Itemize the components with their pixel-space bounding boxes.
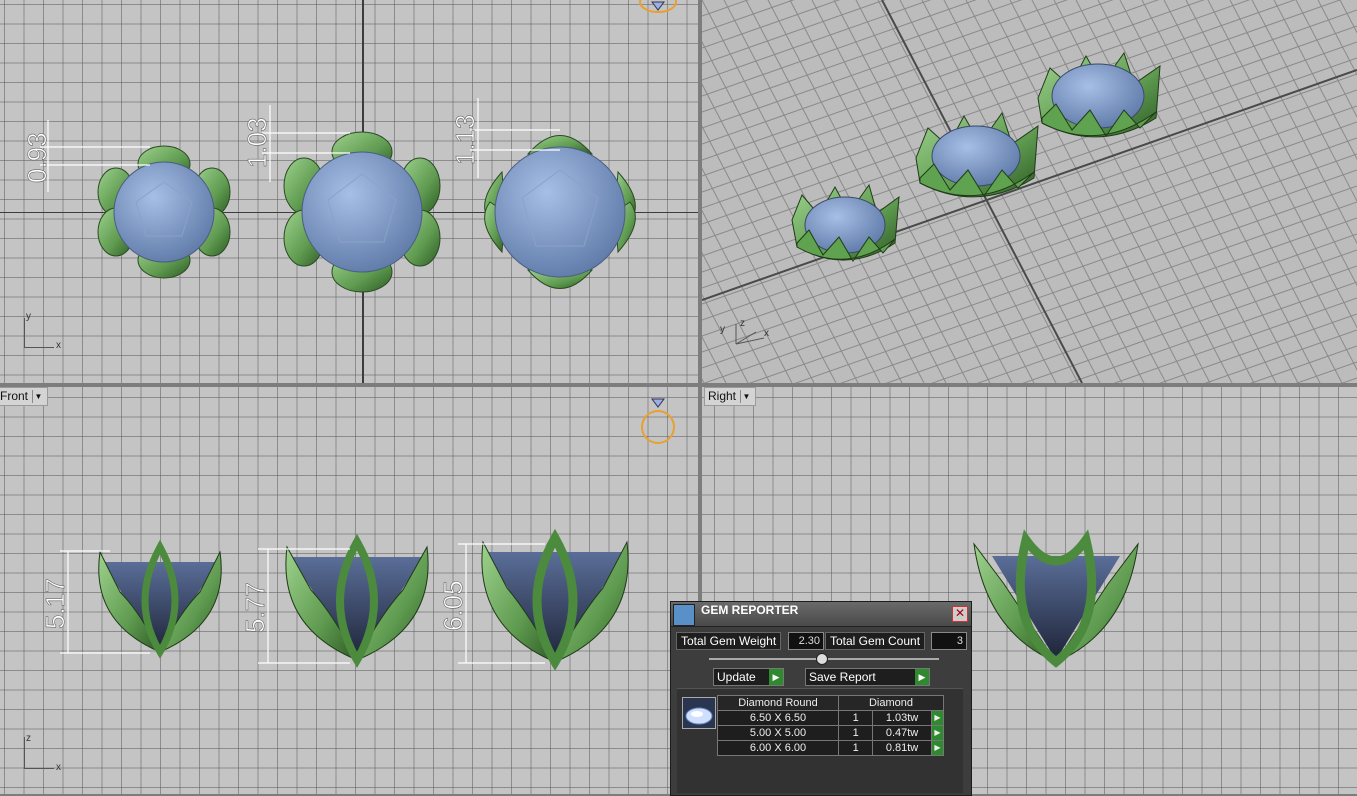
gem-table-area: Diamond Round Diamond 6.50 X 6.50 1 1.03… [677,688,963,793]
gem-setting-large-persp [1037,51,1161,138]
play-arrow-icon[interactable]: ▶ [930,710,945,726]
perspective-models [791,51,1161,262]
gem-setting-right [973,529,1139,668]
persp-axis-y-letter: y [720,324,725,335]
front-axis-indicator-h [24,768,54,769]
gem-table-header-material: Diamond [838,695,944,711]
axis-indicator-h [24,347,54,348]
perspective-viewport[interactable]: y z x [702,0,1357,383]
gem-qty-cell: 1 [837,725,874,741]
total-gem-count-value: 3 [931,632,967,650]
gem-size-cell: 6.50 X 6.50 [717,710,839,726]
update-button[interactable]: Update ▶ [713,668,784,686]
gem-size-cell: 5.00 X 5.00 [717,725,839,741]
total-gem-weight-value: 2.30 [788,632,824,650]
gem-setting-medium-persp [915,111,1039,198]
gem-weight-cell: 1.03tw [872,710,932,726]
gem-table: Diamond Round Diamond 6.50 X 6.50 1 1.03… [717,695,945,756]
gem-table-header-shape: Diamond Round [717,695,839,711]
table-row[interactable]: 6.00 X 6.00 1 0.81tw ▶ [717,740,945,756]
gem-reporter-title: GEM REPORTER [701,603,799,617]
total-gem-weight-label: Total Gem Weight [676,632,782,650]
table-row[interactable]: 5.00 X 5.00 1 0.47tw ▶ [717,725,945,741]
close-icon[interactable]: ✕ [952,606,968,622]
persp-axis-z-letter: z [740,318,745,329]
save-report-button[interactable]: Save Report ▶ [805,668,930,686]
front-axis-z-letter: z [26,733,31,744]
gem-setting-small-front [98,539,222,659]
gem-weight-cell: 0.81tw [872,740,932,756]
update-button-label: Update [717,670,756,684]
gem-qty-cell: 1 [837,710,874,726]
front-dimension-label-3: 6.05 [438,580,468,631]
front-dimension-label-2: 5.77 [240,582,270,633]
gem-thumbnail[interactable] [682,697,716,729]
play-arrow-icon: ▶ [769,669,783,685]
dimension-label-1: 0.93 [22,132,52,183]
table-row[interactable]: 6.50 X 6.50 1 1.03tw ▶ [717,710,945,726]
dimension-label-3: 1.13 [450,114,480,165]
gem-reporter-titlebar[interactable]: GEM REPORTER ✕ [671,602,971,627]
ring-gizmo-front-icon[interactable] [638,395,678,445]
play-arrow-icon[interactable]: ▶ [930,725,945,741]
front-axis-x-letter: x [56,762,61,773]
gem-reporter-panel: GEM REPORTER ✕ Total Gem Weight 2.30 Tot… [670,601,972,796]
axis-x-letter: x [56,340,61,351]
save-report-button-label: Save Report [809,670,876,684]
front-axis-indicator-v [24,737,25,769]
ring-gizmo-icon[interactable] [638,0,678,14]
axis-y-letter: y [26,311,31,322]
gem-size-cell: 6.00 X 6.00 [717,740,839,756]
gem-weight-cell: 0.47tw [872,725,932,741]
play-arrow-icon: ▶ [915,669,929,685]
gem-reporter-icon [673,604,695,626]
total-gem-count-label: Total Gem Count [825,632,926,650]
front-viewport[interactable]: Front ▼ 5.17 5.77 6.05 z x [0,387,698,794]
dimension-label-2: 1.03 [242,117,272,168]
panel-slider-knob[interactable] [816,653,828,665]
persp-axis-x-letter: x [764,328,769,339]
gem-qty-cell: 1 [837,740,874,756]
gem-setting-medium-front [285,533,429,668]
gem-setting-small-persp [791,183,900,262]
gem-setting-large-front [481,528,629,671]
play-arrow-icon[interactable]: ▶ [930,740,945,756]
front-view-models: 5.17 5.77 6.05 [40,528,629,671]
perspective-axis-indicator [735,324,765,345]
front-dimension-label-1: 5.17 [40,578,70,629]
top-viewport[interactable]: 0.93 1.03 1.13 y x [0,0,698,383]
axis-indicator-v [24,318,25,348]
